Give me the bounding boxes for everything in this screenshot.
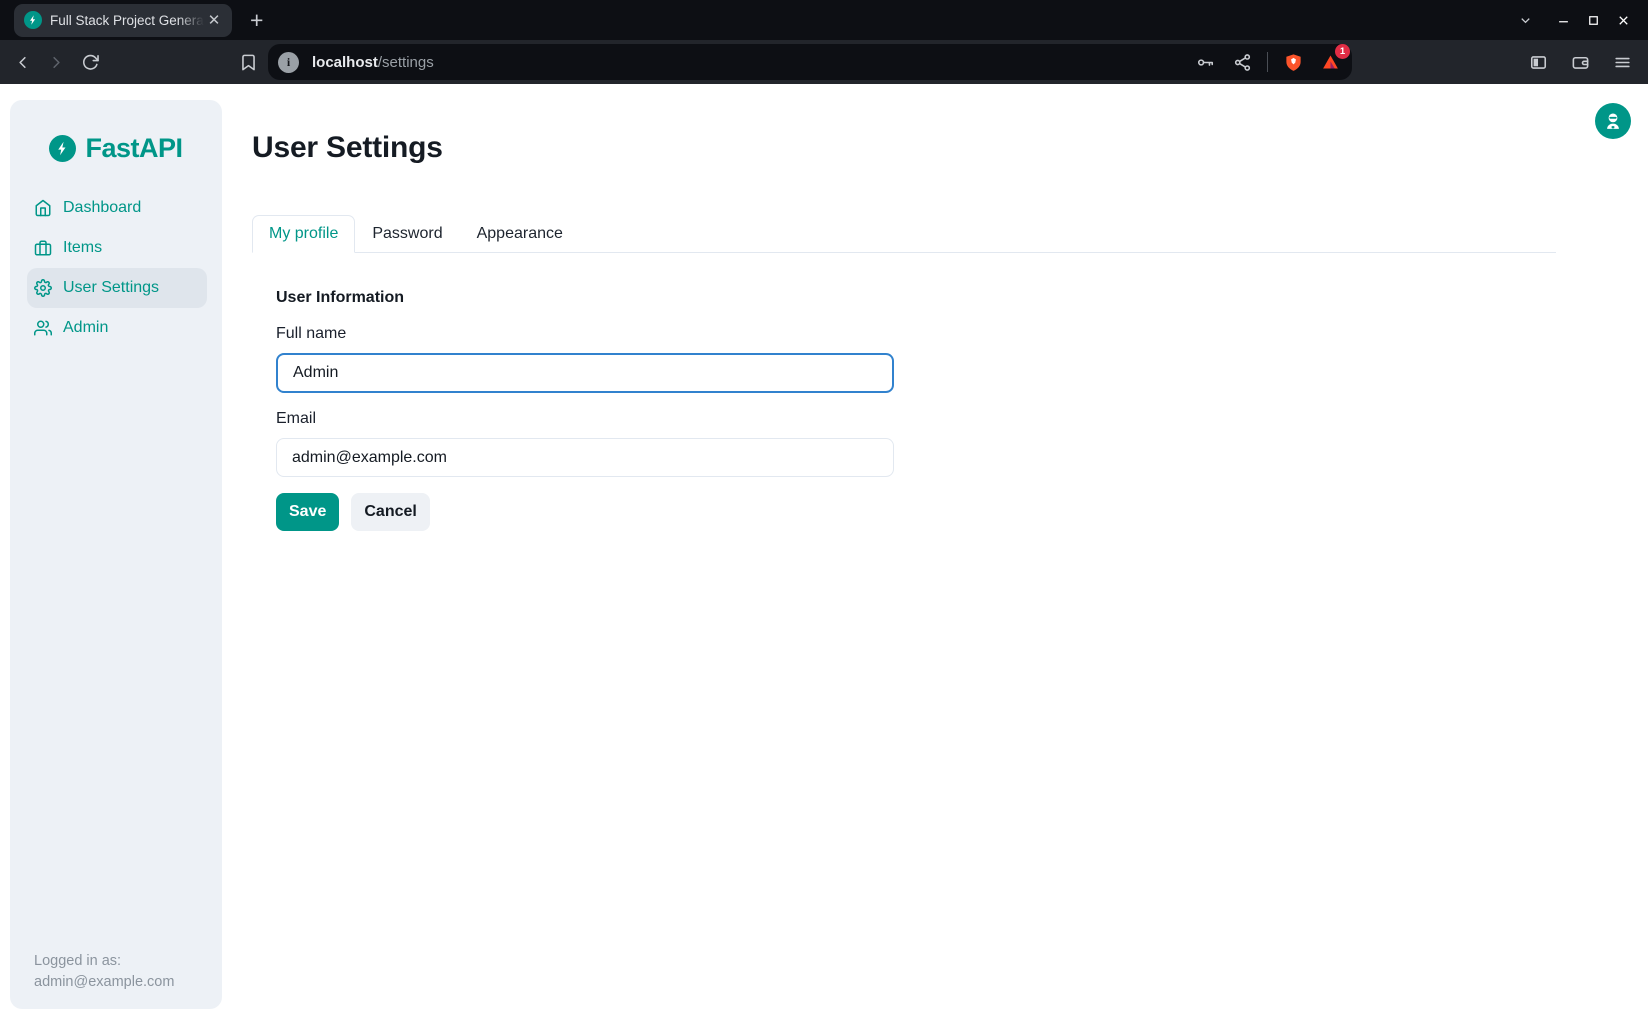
bookmark-icon[interactable] — [236, 50, 260, 74]
rewards-badge: 1 — [1335, 44, 1350, 59]
maximize-icon[interactable] — [1578, 5, 1608, 35]
fastapi-logo: FastAPI — [10, 100, 222, 164]
form-buttons: Save Cancel — [276, 493, 1556, 531]
url-text[interactable]: localhost/settings — [312, 54, 434, 71]
window-controls — [1510, 5, 1638, 35]
sidebar-toggle-icon[interactable] — [1526, 50, 1550, 74]
url-host: localhost — [312, 54, 378, 71]
section-title: User Information — [276, 287, 1556, 308]
logo-text: FastAPI — [85, 133, 182, 164]
sidebar-item-items[interactable]: Items — [27, 228, 207, 268]
email-label: Email — [276, 408, 1556, 429]
full-name-input[interactable] — [276, 353, 894, 393]
tab-close-icon[interactable]: ✕ — [204, 10, 224, 30]
toolbar-divider — [1267, 52, 1268, 72]
sidebar-item-dashboard[interactable]: Dashboard — [27, 188, 207, 228]
user-menu-button[interactable] — [1595, 103, 1631, 139]
sidebar-item-label: Items — [63, 239, 102, 257]
tab-search-icon[interactable] — [1510, 5, 1540, 35]
menu-hamburger-icon[interactable] — [1610, 50, 1634, 74]
sidebar: FastAPI Dashboard Items User Settings Ad… — [10, 100, 222, 1009]
user-astronaut-icon — [1602, 110, 1624, 132]
browser-tab-bar: Full Stack Project Genera ✕ + — [0, 0, 1648, 40]
fastapi-favicon-icon — [24, 11, 42, 29]
logged-in-info: Logged in as: admin@example.com — [34, 951, 174, 993]
browser-tab[interactable]: Full Stack Project Genera ✕ — [14, 4, 232, 37]
logged-in-email: admin@example.com — [34, 972, 174, 993]
new-tab-button[interactable]: + — [250, 9, 263, 32]
main-area: User Settings My profile Password Appear… — [252, 130, 1556, 531]
passwords-key-icon[interactable] — [1193, 50, 1217, 74]
tab-my-profile[interactable]: My profile — [252, 215, 355, 253]
wallet-icon[interactable] — [1568, 50, 1592, 74]
tab-title: Full Stack Project Genera — [50, 13, 204, 28]
url-path: /settings — [378, 54, 434, 71]
url-bar[interactable]: i localhost/settings — [268, 44, 1352, 80]
sidebar-item-label: User Settings — [63, 279, 159, 297]
full-name-label: Full name — [276, 323, 1556, 344]
sidebar-item-admin[interactable]: Admin — [27, 308, 207, 348]
logged-in-label: Logged in as: — [34, 951, 174, 972]
brave-shield-icon[interactable] — [1281, 50, 1305, 74]
page-title: User Settings — [252, 130, 1556, 166]
page-content: FastAPI Dashboard Items User Settings Ad… — [0, 84, 1648, 1025]
back-icon[interactable] — [10, 50, 34, 74]
home-icon — [34, 199, 52, 217]
briefcase-icon — [34, 239, 52, 257]
close-window-icon[interactable] — [1608, 5, 1638, 35]
users-icon — [34, 319, 52, 337]
email-input[interactable] — [276, 438, 894, 477]
settings-tabs: My profile Password Appearance — [252, 215, 1556, 253]
brave-rewards-icon[interactable]: 1 — [1318, 50, 1342, 74]
minimize-icon[interactable] — [1548, 5, 1578, 35]
gear-icon — [34, 279, 52, 297]
fastapi-bolt-icon — [49, 135, 76, 162]
sidebar-item-label: Admin — [63, 319, 108, 337]
sidebar-item-label: Dashboard — [63, 199, 141, 217]
save-button[interactable]: Save — [276, 493, 339, 531]
share-icon[interactable] — [1230, 50, 1254, 74]
cancel-button[interactable]: Cancel — [351, 493, 429, 531]
sidebar-nav: Dashboard Items User Settings Admin — [10, 188, 222, 348]
forward-icon[interactable] — [44, 50, 68, 74]
tab-appearance[interactable]: Appearance — [460, 215, 580, 252]
sidebar-item-user-settings[interactable]: User Settings — [27, 268, 207, 308]
reload-icon[interactable] — [78, 50, 102, 74]
browser-toolbar: i localhost/settings — [0, 40, 1648, 84]
site-info-icon[interactable]: i — [278, 52, 299, 73]
tab-password[interactable]: Password — [355, 215, 459, 252]
user-information-form: User Information Full name Email Save Ca… — [276, 287, 1556, 531]
